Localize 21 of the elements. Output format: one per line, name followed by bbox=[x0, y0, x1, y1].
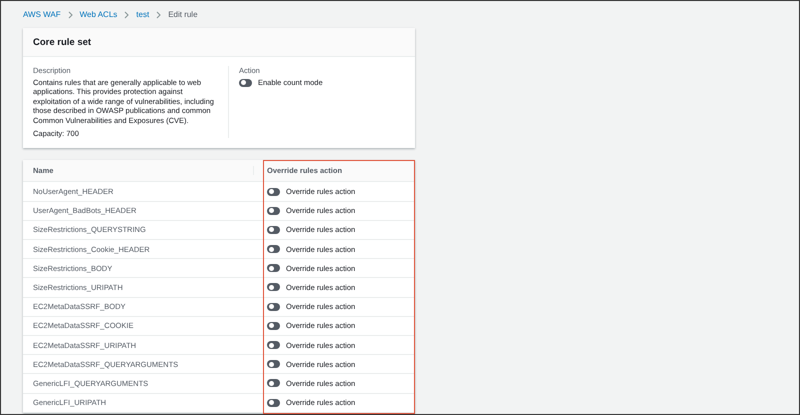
toggle-switch[interactable] bbox=[267, 245, 280, 254]
toggle-switch[interactable] bbox=[267, 322, 280, 330]
breadcrumb-link[interactable]: test bbox=[136, 10, 150, 19]
toggle-switch[interactable] bbox=[267, 264, 280, 272]
toggle-switch[interactable] bbox=[267, 379, 280, 388]
toggle-switch[interactable] bbox=[267, 302, 280, 311]
card-title: Core rule set bbox=[33, 36, 92, 48]
toggle-switch[interactable] bbox=[267, 226, 280, 234]
toggle-switch[interactable] bbox=[267, 283, 280, 292]
chevron-icon bbox=[68, 10, 73, 18]
breadcrumb-link[interactable]: AWS WAF bbox=[23, 10, 61, 19]
toggle-switch[interactable] bbox=[267, 398, 280, 407]
chevron-icon bbox=[156, 10, 162, 18]
toggle-switch[interactable] bbox=[267, 206, 280, 215]
chevron-icon bbox=[124, 10, 130, 18]
breadcrumb-link[interactable]: Web ACLs bbox=[80, 10, 118, 19]
toggle-switch[interactable] bbox=[267, 341, 280, 350]
toggle-switch[interactable] bbox=[267, 360, 280, 368]
breadcrumb-current: Edit rule bbox=[168, 10, 198, 19]
toggle-switch[interactable] bbox=[267, 188, 280, 196]
toggle-switch[interactable] bbox=[239, 78, 252, 86]
